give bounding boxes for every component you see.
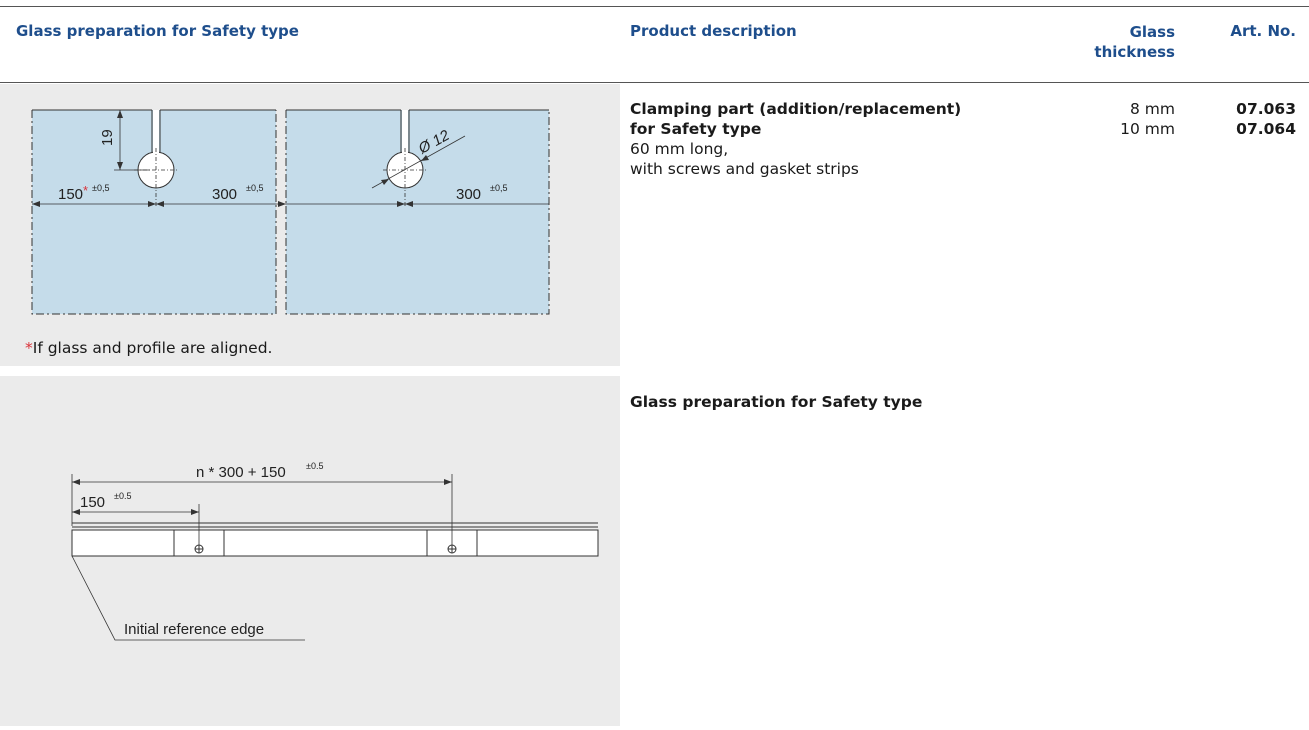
dim-formula-tolerance: ±0.5 [306, 461, 323, 471]
dim-formula-label: n * 300 + 150 [196, 464, 286, 481]
dim-300-left-tolerance: ±0,5 [246, 183, 263, 193]
art-no-07064: 07.064 [1236, 120, 1296, 138]
dim-300-right-tolerance: ±0,5 [490, 183, 507, 193]
dim-150-ref-tolerance: ±0.5 [114, 491, 131, 501]
header-art-no: Art. No. [1230, 22, 1296, 40]
header-glass-prep: Glass preparation for Safety type [16, 22, 299, 40]
header-glass-thickness-line1: Glass [1129, 23, 1175, 41]
header-glass-thickness: Glass thickness [1060, 22, 1175, 62]
row2-title: Glass preparation for Safety type [630, 393, 923, 411]
profile-rail [71, 529, 599, 557]
glass-thickness-10mm: 10 mm [1120, 120, 1175, 138]
product-title-line2: for Safety type [630, 120, 762, 138]
footnote-asterisk: * [25, 339, 33, 357]
glass-prep-drawing: 19 150* ±0,5 300 ±0,5 300 ±0,5 Ø 12 [31, 109, 550, 315]
reference-edge-drawing-panel: n * 300 + 150 ±0.5 150 ±0.5 Initial refe… [0, 376, 620, 726]
product-detail-line1: 60 mm long, [630, 140, 729, 158]
footnote-text: If glass and profile are aligned. [32, 339, 273, 357]
header-rule [0, 82, 1309, 83]
screw-icon [447, 544, 457, 554]
dim-150-tolerance: ±0,5 [92, 183, 109, 193]
dim-300-left-label: 300 [212, 186, 237, 203]
footnote: *If glass and profile are aligned. [25, 339, 272, 357]
reference-edge-label: Initial reference edge [124, 621, 264, 638]
product-title-line1: Clamping part (addition/replacement) [630, 100, 962, 118]
art-no-07063: 07.063 [1236, 100, 1296, 118]
screw-icon [194, 544, 204, 554]
dim-150-ref-label: 150 [80, 494, 105, 511]
reference-edge-drawing: n * 300 + 150 ±0.5 150 ±0.5 Initial refe… [71, 461, 599, 641]
header-glass-thickness-line2: thickness [1094, 43, 1175, 61]
glass-prep-drawing-panel: 19 150* ±0,5 300 ±0,5 300 ±0,5 Ø 12 *If … [0, 84, 620, 366]
dim-19-label: 19 [99, 129, 116, 146]
header-product-description: Product description [630, 22, 797, 40]
dim-300-right-label: 300 [456, 186, 481, 203]
product-detail-line2: with screws and gasket strips [630, 160, 859, 178]
top-rule [0, 6, 1309, 7]
glass-thickness-8mm: 8 mm [1130, 100, 1175, 118]
